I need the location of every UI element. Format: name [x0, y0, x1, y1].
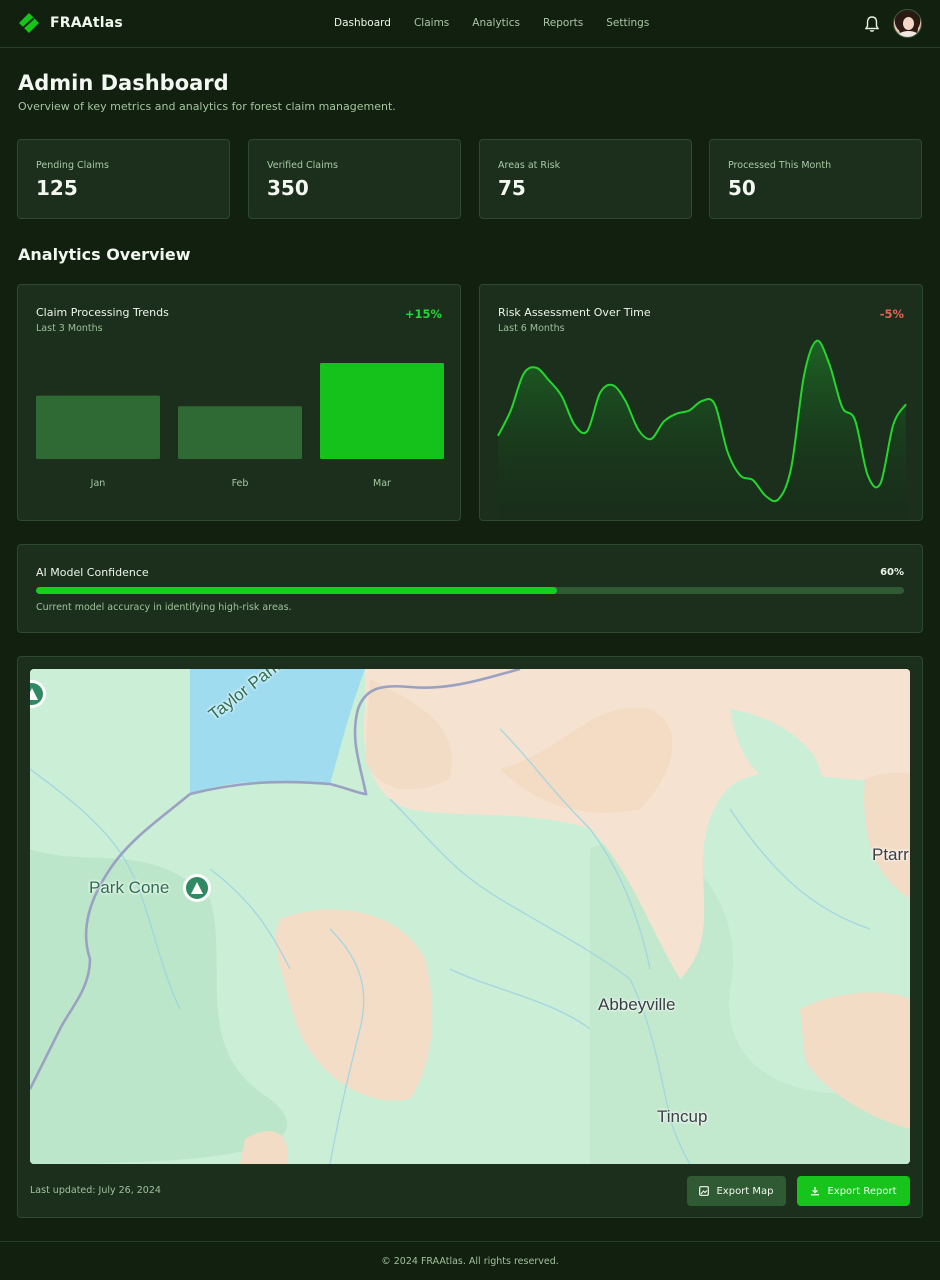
bar-feb: [178, 406, 302, 459]
stat-card-pending-claims: Pending Claims 125: [17, 139, 230, 219]
export-map-label: Export Map: [716, 1185, 774, 1197]
risk-area-chart: [497, 339, 907, 520]
park-marker-icon: [183, 874, 211, 902]
user-avatar[interactable]: [893, 9, 922, 38]
leaf-logo-icon: [19, 13, 39, 33]
analytics-section-title: Analytics Overview: [18, 245, 191, 264]
map-label-abbeyville: Abbeyville: [598, 995, 676, 1014]
confidence-progress-track: [36, 587, 904, 594]
stat-label: Areas at Risk: [498, 160, 561, 171]
claims-bar-chart: Jan Feb Mar: [36, 363, 444, 489]
stat-value: 125: [36, 176, 78, 200]
nav-claims[interactable]: Claims: [414, 17, 449, 29]
bar-label-feb: Feb: [232, 478, 249, 489]
stat-value: 75: [498, 176, 526, 200]
map-label-park-cone: Park Cone: [89, 878, 170, 897]
map-view[interactable]: Taylor Park Reser Park Cone Abbeyville T…: [30, 669, 910, 1164]
risk-area-fill: [498, 340, 906, 520]
page-title: Admin Dashboard: [18, 71, 229, 95]
bell-icon[interactable]: [864, 15, 880, 33]
map-label-ptarmigan: Ptarr: [872, 845, 909, 864]
bar-mar: [320, 363, 444, 459]
bar-jan: [36, 395, 160, 459]
confidence-percent: 60%: [880, 567, 904, 578]
bar-label-mar: Mar: [373, 478, 391, 489]
download-icon: [811, 1187, 820, 1196]
main-nav: Dashboard Claims Analytics Reports Setti…: [334, 17, 649, 29]
image-icon: [699, 1186, 710, 1196]
confidence-description: Current model accuracy in identifying hi…: [36, 602, 292, 613]
brand-name: FRAAtlas: [50, 15, 123, 31]
copyright-text: © 2024 FRAAtlas. All rights reserved.: [381, 1256, 559, 1267]
page-subtitle: Overview of key metrics and analytics fo…: [18, 100, 396, 113]
footer: © 2024 FRAAtlas. All rights reserved.: [0, 1241, 940, 1280]
export-report-button[interactable]: Export Report: [797, 1176, 910, 1206]
stat-card-areas-at-risk: Areas at Risk 75: [479, 139, 692, 219]
bar-label-jan: Jan: [90, 478, 106, 489]
confidence-progress-fill: [36, 587, 557, 594]
stat-label: Processed This Month: [728, 160, 832, 171]
claim-processing-trends-card: Claim Processing Trends Last 3 Months +1…: [17, 284, 461, 521]
ai-confidence-card: AI Model Confidence 60% Current model ac…: [17, 544, 923, 633]
nav-analytics[interactable]: Analytics: [472, 17, 520, 29]
stat-label: Verified Claims: [267, 160, 338, 171]
stat-card-processed-this-month: Processed This Month 50: [709, 139, 922, 219]
nav-dashboard[interactable]: Dashboard: [334, 17, 391, 29]
export-report-label: Export Report: [827, 1185, 897, 1197]
last-updated-text: Last updated: July 26, 2024: [30, 1185, 161, 1196]
map-label-tincup: Tincup: [657, 1107, 708, 1126]
brand[interactable]: FRAAtlas: [18, 12, 123, 34]
nav-reports[interactable]: Reports: [543, 17, 583, 29]
stat-value: 50: [728, 176, 756, 200]
top-navigation-bar: FRAAtlas Dashboard Claims Analytics Repo…: [0, 0, 940, 48]
stat-value: 350: [267, 176, 309, 200]
export-map-button[interactable]: Export Map: [687, 1176, 786, 1206]
risk-assessment-card: Risk Assessment Over Time Last 6 Months …: [479, 284, 923, 521]
stat-card-verified-claims: Verified Claims 350: [248, 139, 461, 219]
stat-label: Pending Claims: [36, 160, 109, 171]
nav-settings[interactable]: Settings: [606, 17, 649, 29]
confidence-title: AI Model Confidence: [36, 566, 149, 579]
map-card: Taylor Park Reser Park Cone Abbeyville T…: [17, 656, 923, 1218]
map-terrain: [30, 669, 910, 1164]
